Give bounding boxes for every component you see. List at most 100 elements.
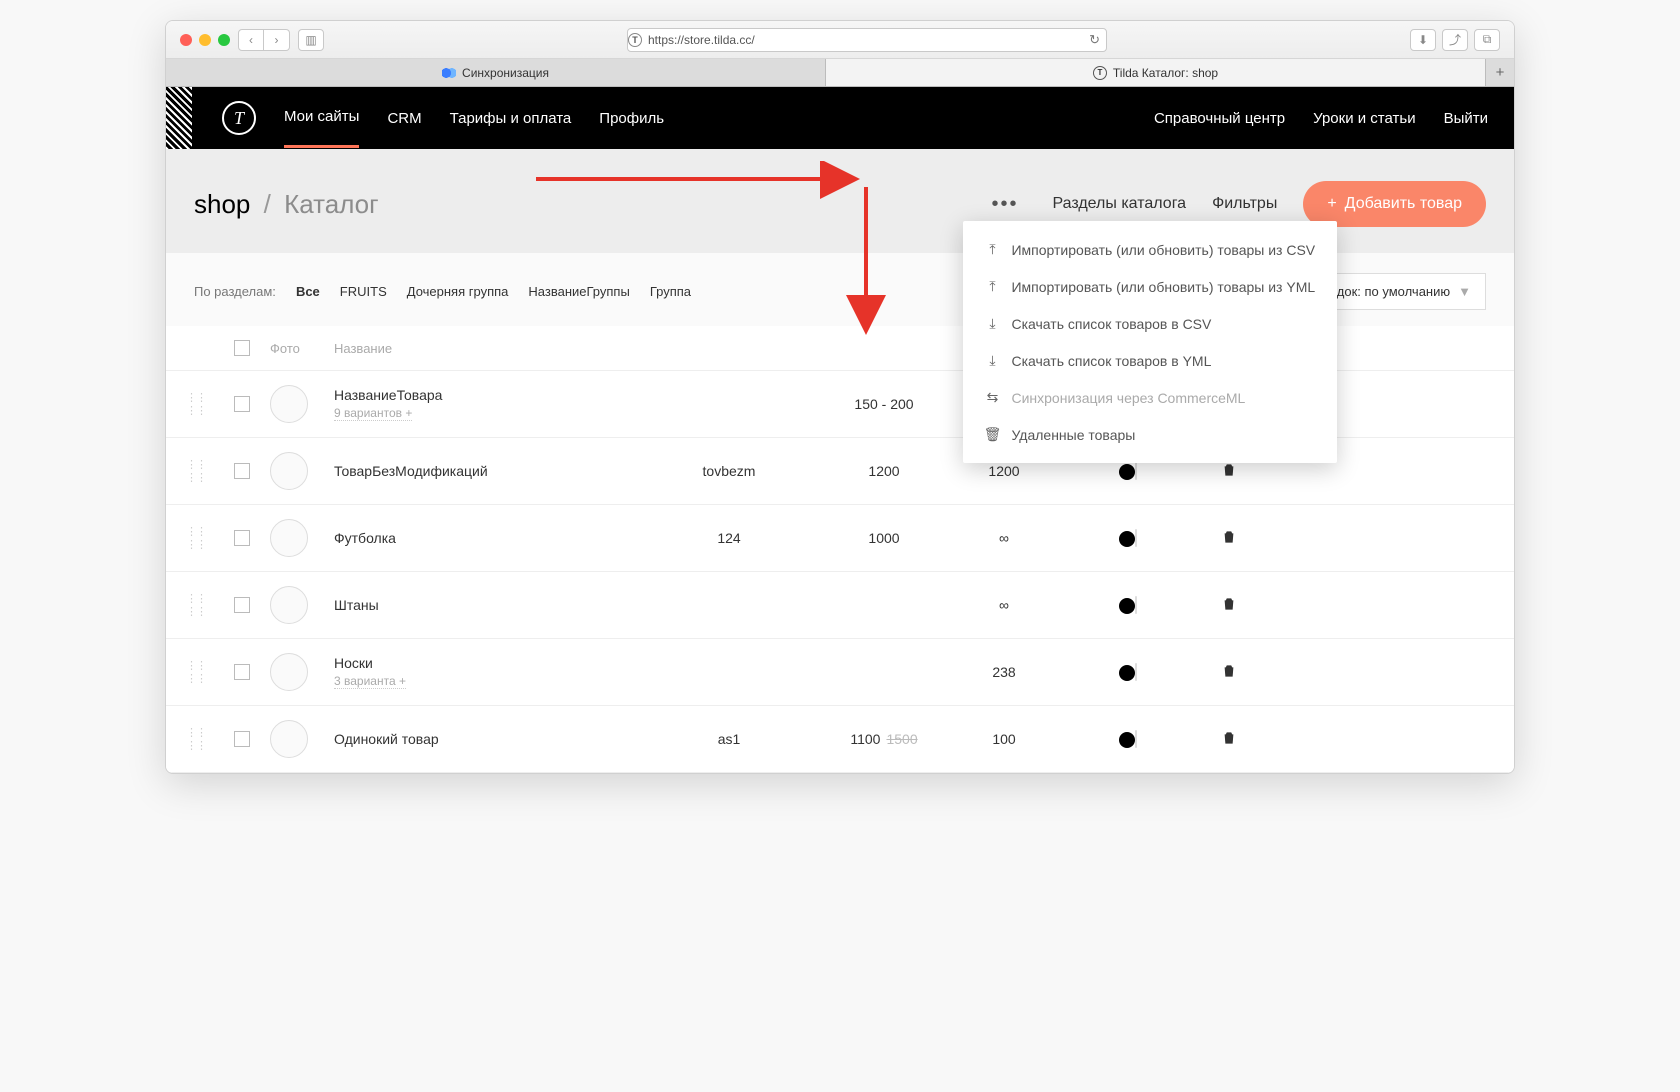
dropdown-item[interactable]: ⤒ Импортировать (или обновить) товары из… xyxy=(963,231,1337,268)
upload-icon: ⤒ xyxy=(985,278,999,295)
drag-handle-icon[interactable]: ⋮⋮⋮⋮ xyxy=(186,592,234,618)
product-photo[interactable] xyxy=(270,385,308,423)
nav-profile[interactable]: Профиль xyxy=(599,110,664,127)
dropdown-item[interactable]: ⇆ Синхронизация через CommerceML xyxy=(963,379,1337,416)
product-title-cell[interactable]: Носки 3 варианта + xyxy=(334,655,634,689)
tabs-button[interactable]: ⧉ xyxy=(1474,29,1500,51)
dropdown-item[interactable]: ⤓ Скачать список товаров в YML xyxy=(963,342,1337,379)
dropdown-label: Удаленные товары xyxy=(1011,427,1135,443)
dropdown-item[interactable]: ⤒ Импортировать (или обновить) товары из… xyxy=(963,268,1337,305)
logo-icon[interactable]: T xyxy=(222,101,256,135)
delete-button[interactable] xyxy=(1184,663,1274,682)
product-photo[interactable] xyxy=(270,653,308,691)
table-row[interactable]: ⋮⋮⋮⋮ Штаны ∞ xyxy=(166,572,1514,639)
product-title-cell[interactable]: ТоварБезМодификаций xyxy=(334,463,634,479)
row-checkbox[interactable] xyxy=(234,597,250,613)
select-all-checkbox[interactable] xyxy=(234,340,250,356)
sections-link[interactable]: Разделы каталога xyxy=(1053,195,1187,213)
product-photo[interactable] xyxy=(270,519,308,557)
dropdown-label: Скачать список товаров в YML xyxy=(1011,353,1211,369)
filters-link[interactable]: Фильтры xyxy=(1212,195,1277,213)
product-variants[interactable]: 9 вариантов + xyxy=(334,406,412,421)
site-info-icon: T xyxy=(628,33,642,47)
product-sku: tovbezm xyxy=(634,463,824,479)
product-title-cell[interactable]: Одинокий товар xyxy=(334,731,634,747)
product-title: ТоварБезМодификаций xyxy=(334,463,634,479)
chevron-down-icon: ▼ xyxy=(1458,284,1471,299)
site-header: T Мои сайты CRM Тарифы и оплата Профиль … xyxy=(166,87,1514,149)
table-row[interactable]: ⋮⋮⋮⋮ Носки 3 варианта + 238 xyxy=(166,639,1514,706)
visibility-toggle[interactable] xyxy=(1064,530,1184,546)
drag-handle-icon[interactable]: ⋮⋮⋮⋮ xyxy=(186,659,234,685)
filter-pill-all[interactable]: Все xyxy=(296,284,320,299)
back-button[interactable]: ‹ xyxy=(238,29,264,51)
product-title-cell[interactable]: Штаны xyxy=(334,597,634,613)
new-tab-button[interactable]: + xyxy=(1486,59,1514,86)
forward-button[interactable]: › xyxy=(264,29,290,51)
product-title-cell[interactable]: НазваниеТовара 9 вариантов + xyxy=(334,387,634,421)
delete-button[interactable] xyxy=(1184,462,1274,481)
product-photo[interactable] xyxy=(270,586,308,624)
product-photo[interactable] xyxy=(270,452,308,490)
downloads-button[interactable]: ⬇ xyxy=(1410,29,1436,51)
nav-logout[interactable]: Выйти xyxy=(1444,110,1488,127)
decorative-pattern xyxy=(166,87,192,149)
delete-button[interactable] xyxy=(1184,730,1274,749)
row-checkbox[interactable] xyxy=(234,530,250,546)
visibility-toggle[interactable] xyxy=(1064,463,1184,479)
download-icon: ⤓ xyxy=(985,352,999,369)
favicon-icon xyxy=(442,66,456,80)
share-button[interactable]: ⤴ xyxy=(1442,29,1468,51)
nav-tariffs[interactable]: Тарифы и оплата xyxy=(450,110,572,127)
filter-pill[interactable]: FRUITS xyxy=(340,284,387,299)
dropdown-item[interactable]: 🗑 Удаленные товары xyxy=(963,416,1337,453)
address-bar[interactable]: T https://store.tilda.cc/ ↻ xyxy=(627,28,1107,52)
nav-lessons[interactable]: Уроки и статьи xyxy=(1313,110,1415,127)
visibility-toggle[interactable] xyxy=(1064,731,1184,747)
product-title: Носки xyxy=(334,655,634,671)
row-checkbox[interactable] xyxy=(234,396,250,412)
delete-button[interactable] xyxy=(1184,596,1274,615)
dropdown-label: Импортировать (или обновить) товары из C… xyxy=(1011,242,1315,258)
nav-crm[interactable]: CRM xyxy=(387,110,421,127)
filter-pill[interactable]: НазваниеГруппы xyxy=(528,284,629,299)
product-price: 1000 xyxy=(824,530,944,546)
delete-button[interactable] xyxy=(1184,529,1274,548)
window-zoom[interactable] xyxy=(218,34,230,46)
breadcrumb-shop[interactable]: shop xyxy=(194,189,250,219)
nav-help[interactable]: Справочный центр xyxy=(1154,110,1285,127)
window-close[interactable] xyxy=(180,34,192,46)
dropdown-label: Синхронизация через CommerceML xyxy=(1011,390,1245,406)
drag-handle-icon[interactable]: ⋮⋮⋮⋮ xyxy=(186,525,234,551)
visibility-toggle[interactable] xyxy=(1064,664,1184,680)
row-checkbox[interactable] xyxy=(234,664,250,680)
favicon-icon: T xyxy=(1093,66,1107,80)
table-row[interactable]: ⋮⋮⋮⋮ Футболка 124 1000 ∞ xyxy=(166,505,1514,572)
product-photo[interactable] xyxy=(270,720,308,758)
row-checkbox[interactable] xyxy=(234,463,250,479)
filter-pill[interactable]: Дочерняя группа xyxy=(407,284,509,299)
window-minimize[interactable] xyxy=(199,34,211,46)
product-qty: ∞ xyxy=(944,530,1064,546)
breadcrumb: shop / Каталог ••• Разделы каталога Филь… xyxy=(194,181,1486,227)
browser-tab-2[interactable]: TTilda Каталог: shop xyxy=(826,59,1486,86)
reload-icon[interactable]: ↻ xyxy=(1089,32,1106,48)
drag-handle-icon[interactable]: ⋮⋮⋮⋮ xyxy=(186,726,234,752)
product-price: 150 - 200 xyxy=(824,396,944,412)
product-qty: ∞ xyxy=(944,597,1064,613)
row-checkbox[interactable] xyxy=(234,731,250,747)
drag-handle-icon[interactable]: ⋮⋮⋮⋮ xyxy=(186,391,234,417)
dropdown-label: Скачать список товаров в CSV xyxy=(1011,316,1211,332)
product-variants[interactable]: 3 варианта + xyxy=(334,674,406,689)
dropdown-item[interactable]: ⤓ Скачать список товаров в CSV xyxy=(963,305,1337,342)
table-row[interactable]: ⋮⋮⋮⋮ Одинокий товар as1 11001500 100 xyxy=(166,706,1514,773)
more-actions-button[interactable]: ••• xyxy=(983,189,1026,220)
url-text: https://store.tilda.cc/ xyxy=(648,33,755,47)
nav-my-sites[interactable]: Мои сайты xyxy=(284,108,359,148)
browser-tab-1[interactable]: Синхронизация xyxy=(166,59,826,86)
product-title-cell[interactable]: Футболка xyxy=(334,530,634,546)
sidebar-button[interactable]: ▥ xyxy=(298,29,324,51)
filter-pill[interactable]: Группа xyxy=(650,284,691,299)
visibility-toggle[interactable] xyxy=(1064,597,1184,613)
drag-handle-icon[interactable]: ⋮⋮⋮⋮ xyxy=(186,458,234,484)
